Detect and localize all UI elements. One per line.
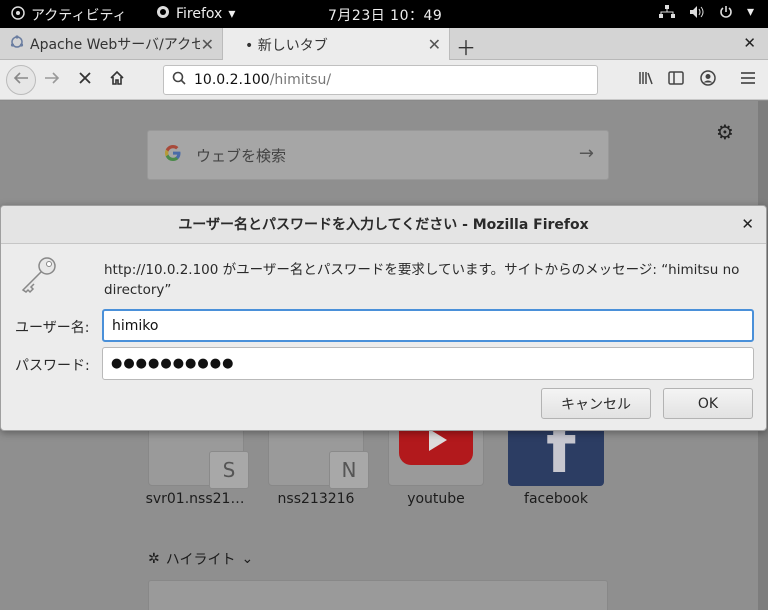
google-logo-icon [164, 144, 182, 166]
auth-dialog: ユーザー名とパスワードを入力してください - Mozilla Firefox ✕… [0, 205, 767, 431]
power-icon [719, 5, 733, 19]
dialog-message: http://10.0.2.100 がユーザー名とパスワードを要求しています。サ… [104, 262, 740, 298]
tile-letter: S [209, 451, 249, 489]
close-icon[interactable]: ✕ [741, 215, 754, 233]
tile-letter: N [329, 451, 369, 489]
volume-icon [689, 5, 705, 19]
window-close-button[interactable]: ✕ [743, 34, 756, 52]
arrow-right-icon [44, 71, 60, 89]
close-icon[interactable]: ✕ [428, 35, 441, 54]
stop-icon [78, 71, 92, 89]
site-favicon-icon [10, 35, 24, 53]
arrow-left-icon [13, 71, 29, 89]
highlights-section-header[interactable]: ✲ ハイライト ⌄ [148, 549, 253, 569]
home-icon [109, 70, 125, 90]
forward-button[interactable] [38, 66, 66, 94]
account-button[interactable] [694, 66, 722, 94]
arrow-right-icon[interactable]: → [579, 143, 594, 164]
tile-label: facebook [524, 491, 588, 507]
new-tab-button[interactable]: ＋ [456, 32, 476, 61]
clock[interactable]: 7月23日 10：49 [328, 5, 442, 25]
activities-button[interactable]: アクティビティ [11, 5, 127, 25]
search-placeholder: ウェブを検索 [196, 146, 287, 165]
app-menu[interactable]: Firefox ▾ [156, 5, 235, 23]
url-bar[interactable]: 10.0.2.100/himitsu/ [163, 65, 598, 95]
url-path: /himitsu/ [269, 72, 332, 88]
username-value: himiko [112, 317, 159, 334]
search-icon [172, 71, 186, 89]
gear-icon[interactable]: ⚙ [716, 120, 734, 144]
password-mask: ●●●●●●●●●● [111, 356, 235, 371]
library-button[interactable] [632, 66, 660, 94]
tab-label: Apache Webサーバ/アクセ [30, 37, 200, 53]
key-icon [19, 254, 59, 298]
username-field[interactable]: himiko [102, 309, 754, 342]
highlights-label: ハイライト [165, 552, 236, 568]
menu-button[interactable] [734, 66, 762, 94]
web-search-box[interactable]: ウェブを検索 → [147, 130, 609, 180]
account-icon [700, 70, 716, 90]
tab-label: • 新しいタブ [245, 37, 328, 54]
ok-button[interactable]: OK [663, 388, 753, 419]
activities-icon [11, 6, 25, 24]
chevron-down-icon: ▾ [228, 6, 236, 22]
sidebar-icon [668, 71, 684, 89]
activities-label: アクティビティ [31, 8, 127, 24]
gnome-top-bar: アクティビティ Firefox ▾ 7月23日 10：49 ▾ [0, 0, 768, 28]
tab-apache[interactable]: Apache Webサーバ/アクセ ✕ [0, 28, 222, 60]
password-field[interactable]: ●●●●●●●●●● [102, 347, 754, 380]
app-name: Firefox [176, 6, 223, 22]
library-icon [638, 71, 654, 89]
tile-label: youtube [407, 491, 465, 507]
sidebar-button[interactable] [662, 66, 690, 94]
navigation-toolbar: 10.0.2.100/himitsu/ [0, 60, 768, 100]
highlight-card[interactable] [148, 580, 608, 610]
username-label: ユーザー名: [15, 320, 90, 336]
tile-label: svr01.nss21… [145, 491, 245, 507]
close-icon[interactable]: ✕ [201, 35, 214, 54]
system-tray[interactable]: ▾ [658, 4, 754, 20]
tile-label: nss213216 [277, 491, 355, 507]
chevron-down-icon: ⌄ [241, 551, 254, 567]
home-button[interactable] [103, 66, 131, 94]
tab-strip: Apache Webサーバ/アクセ ✕ • 新しいタブ ✕ ＋ ✕ [0, 28, 768, 61]
firefox-icon [156, 5, 170, 23]
network-icon [658, 5, 675, 19]
tab-new-tab[interactable]: • 新しいタブ ✕ [222, 28, 450, 61]
chevron-down-icon: ▾ [746, 4, 754, 20]
sparkle-icon: ✲ [148, 551, 160, 567]
dialog-title: ユーザー名とパスワードを入力してください - Mozilla Firefox [1, 206, 766, 244]
stop-button[interactable] [71, 66, 99, 94]
url-host: 10.0.2.100 [194, 72, 270, 88]
password-label: パスワード: [15, 358, 90, 374]
cancel-button[interactable]: キャンセル [541, 388, 651, 419]
back-button[interactable] [6, 65, 36, 95]
hamburger-menu-icon [740, 71, 756, 89]
